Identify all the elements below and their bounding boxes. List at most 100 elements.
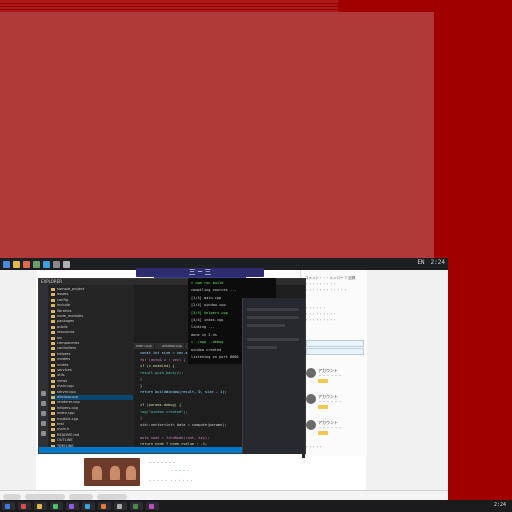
explorer-item[interactable]: include: [51, 303, 70, 308]
files-icon[interactable]: [41, 391, 46, 396]
explorer-item[interactable]: sample_project: [51, 287, 84, 292]
app-icon[interactable]: [33, 260, 40, 268]
folder-icon: [51, 417, 55, 421]
explorer-item[interactable]: test: [51, 422, 64, 427]
folder-icon: [51, 304, 55, 308]
taskbar-pill[interactable]: [69, 493, 93, 500]
explorer-item[interactable]: index.cpp: [51, 411, 75, 416]
source-control-icon[interactable]: [41, 411, 46, 416]
folder-icon: [51, 347, 55, 351]
start-icon[interactable]: [3, 260, 10, 268]
taskbar-item[interactable]: [98, 502, 111, 510]
top-strip: [0, 0, 338, 12]
explorer-item[interactable]: renderer.cpp: [51, 400, 80, 405]
taskbar-item[interactable]: [50, 502, 63, 510]
folder-icon: [51, 390, 55, 394]
explorer-item-label: resources: [57, 330, 75, 335]
comment-footer[interactable]: ・・・・・: [305, 445, 323, 450]
folder-icon: [51, 379, 55, 383]
explorer-item[interactable]: components: [51, 341, 79, 346]
code-line: log("window created");: [140, 409, 188, 414]
explorer-item[interactable]: utils: [51, 373, 65, 378]
explorer-item[interactable]: models: [51, 357, 70, 362]
explorer-item-label: components: [57, 341, 80, 345]
taskbar-pill[interactable]: [25, 493, 65, 500]
activity-bar: [39, 285, 48, 453]
video-thumbnail[interactable]: [84, 458, 140, 486]
editor-icon[interactable]: [43, 260, 50, 268]
explorer-item-label: test: [57, 422, 64, 426]
explorer-item[interactable]: helpers: [51, 352, 70, 357]
explorer-item[interactable]: main.cpp: [51, 384, 74, 389]
explorer-item-label: helpers: [57, 351, 71, 356]
explorer-item[interactable]: main.h: [51, 427, 69, 432]
taskbar-item[interactable]: [146, 502, 159, 510]
explorer-item[interactable]: window.cpp: [51, 395, 133, 400]
explorer-item[interactable]: server.cpp: [51, 390, 76, 395]
reaction-icon[interactable]: [318, 431, 328, 435]
red-overlay: [0, 12, 434, 258]
explorer-item[interactable]: assets: [51, 292, 68, 297]
taskbar-item[interactable]: [114, 502, 127, 510]
explorer-item[interactable]: public: [51, 325, 68, 330]
explorer-item[interactable]: services: [51, 368, 72, 373]
reaction-icon[interactable]: [318, 405, 328, 409]
dark-side-panel: [242, 298, 305, 458]
explorer-item[interactable]: packages: [51, 319, 74, 324]
explorer-item[interactable]: libraries: [51, 309, 72, 314]
taskbar-pill[interactable]: [97, 493, 127, 500]
explorer-item-label: public: [57, 324, 68, 329]
explorer-item[interactable]: src: [51, 336, 62, 341]
bottom-link[interactable]: ・・・・・: [170, 468, 190, 474]
explorer-item[interactable]: routes: [51, 363, 68, 368]
browser-icon[interactable]: [23, 260, 30, 268]
explorer-item[interactable]: views: [51, 379, 67, 384]
explorer-item[interactable]: module.cpp: [51, 417, 78, 422]
taskbar-pill[interactable]: [3, 493, 21, 500]
explorer-item[interactable]: node_modules: [51, 314, 83, 319]
taskbar-clock[interactable]: 2:24: [494, 502, 506, 508]
explorer-item[interactable]: config: [51, 298, 68, 303]
avatar[interactable]: [306, 420, 316, 430]
folder-icon: [51, 336, 55, 340]
browser-banner[interactable]: 三 ─ 三: [136, 268, 264, 277]
folder-icon: [51, 363, 55, 367]
taskbar-item[interactable]: [82, 502, 95, 510]
terminal-line: listening on port 8080: [191, 355, 239, 359]
tray-label: EN: [417, 259, 425, 266]
taskbar-item[interactable]: [2, 502, 15, 510]
explorer-item[interactable]: OUTLINE: [51, 438, 73, 443]
explorer-item[interactable]: helpers.cpp: [51, 406, 78, 411]
comment-input[interactable]: [306, 340, 364, 347]
folder-icon[interactable]: [13, 260, 20, 268]
code-line: return buildWindow(result, 0, size - 1);: [140, 390, 227, 394]
terminal-line: > npm run build: [191, 281, 224, 285]
terminal-line: compiling sources ...: [191, 288, 237, 293]
extensions-icon[interactable]: [41, 431, 46, 436]
search-icon[interactable]: [41, 401, 46, 406]
code-line: std::vector<int> data = compute(params);: [140, 422, 227, 427]
folder-icon: [51, 320, 55, 324]
taskbar-item[interactable]: [18, 502, 31, 510]
avatar[interactable]: [306, 394, 316, 404]
taskbar-item[interactable]: [130, 502, 143, 510]
explorer-item[interactable]: README.md: [51, 433, 79, 438]
folder-icon: [51, 358, 55, 362]
terminal-line: [3/4] helpers.cpp: [191, 310, 228, 315]
terminal-line: [1/4] main.cpp: [191, 295, 222, 300]
taskbar-item[interactable]: [66, 502, 79, 510]
explorer-item[interactable]: resources: [51, 330, 74, 335]
explorer-item-label: node_modules: [57, 314, 84, 318]
settings-icon[interactable]: [63, 260, 70, 268]
explorer-item-label: module.cpp: [57, 416, 79, 421]
explorer-item[interactable]: controllers: [51, 346, 76, 351]
explorer-item-label: OUTLINE: [57, 438, 73, 443]
comment-panel: コメント・・・メンバー ▽ 記録 ・・・・・・・・・ ・・・・・・・・・・・・ …: [300, 270, 367, 456]
debug-icon[interactable]: [41, 421, 46, 426]
avatar[interactable]: [306, 368, 316, 378]
folder-icon: [51, 412, 55, 416]
comment-input[interactable]: [306, 348, 364, 355]
terminal-icon[interactable]: [53, 260, 60, 268]
taskbar-item[interactable]: [34, 502, 47, 510]
reaction-icon[interactable]: [318, 379, 328, 383]
